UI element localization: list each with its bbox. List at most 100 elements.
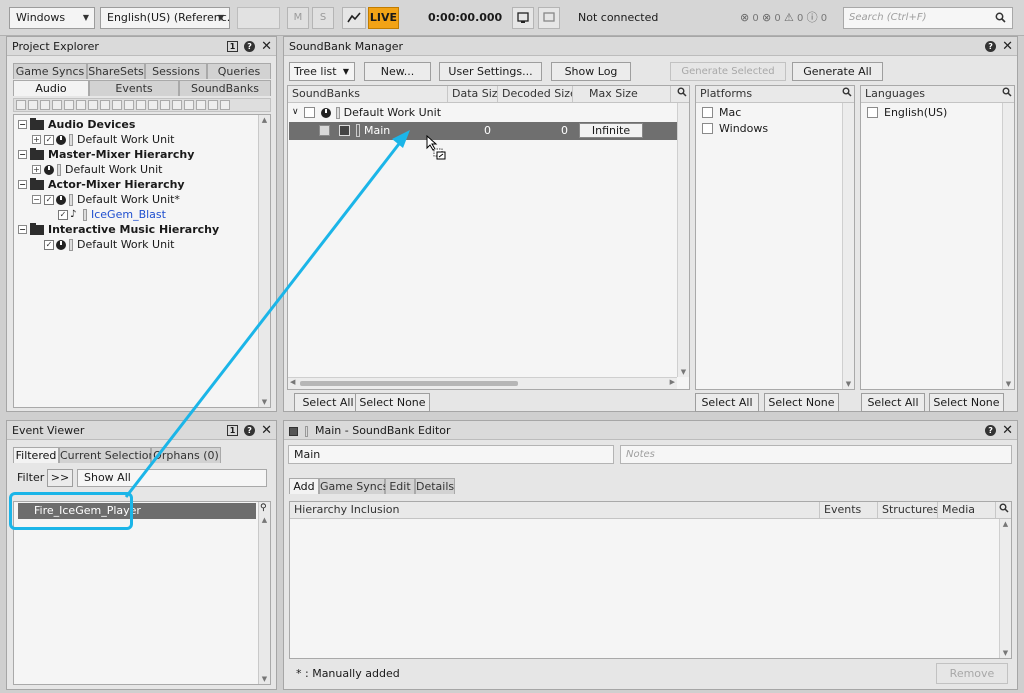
generate-all-button[interactable]: Generate All <box>792 62 883 81</box>
scroll-down-icon[interactable]: ▼ <box>1000 649 1011 657</box>
collapse-icon[interactable]: − <box>18 150 27 159</box>
event-list-scrollbar[interactable]: ⚲ ▲ ▼ <box>258 502 270 684</box>
collapse-icon[interactable]: − <box>18 225 27 234</box>
platform-mac[interactable]: Mac <box>702 105 741 120</box>
user-settings-button[interactable]: User Settings... <box>439 62 542 81</box>
language-dropdown[interactable]: English(US) (Referenc... ▼ <box>100 7 230 29</box>
filter-expand-button[interactable]: >> <box>47 469 73 487</box>
work-unit-icon[interactable] <box>40 100 50 110</box>
scroll-down-icon[interactable]: ▼ <box>678 368 689 376</box>
platforms-select-none-button[interactable]: Select None <box>764 393 839 412</box>
search-icon[interactable]: ⚲ <box>260 503 267 513</box>
languages-vscroll[interactable]: ▼ <box>1002 103 1014 389</box>
bus-icon[interactable] <box>136 100 146 110</box>
select-all-button[interactable]: Select All <box>294 393 362 412</box>
tree-item-default-work-unit[interactable]: − ✓ Default Work Unit* <box>32 192 180 207</box>
tab-sessions[interactable]: Sessions <box>145 63 207 79</box>
help-icon[interactable]: ? <box>985 41 997 52</box>
remove-button[interactable]: Remove <box>936 663 1008 684</box>
languages-select-all-button[interactable]: Select All <box>861 393 925 412</box>
log-stats[interactable]: ⊗ 0 ⊗ 0 ⚠ 0 ⓘ 0 <box>740 7 840 29</box>
more-icon[interactable] <box>220 100 230 110</box>
device-icon[interactable] <box>208 100 218 110</box>
aux-icon[interactable] <box>148 100 158 110</box>
col-media[interactable]: Media <box>938 502 996 518</box>
container-icon[interactable] <box>64 100 74 110</box>
platform-windows[interactable]: Windows <box>702 121 768 136</box>
sound-icon[interactable] <box>52 100 62 110</box>
help-icon[interactable]: ? <box>244 425 256 436</box>
tree-item-master-mixer[interactable]: − Master-Mixer Hierarchy <box>18 147 194 162</box>
col-decoded-size[interactable]: Decoded Size <box>498 86 573 102</box>
scroll-down-icon[interactable]: ▼ <box>843 380 854 388</box>
hscroll-thumb[interactable] <box>300 381 518 386</box>
checkbox-icon[interactable]: ✓ <box>44 239 54 250</box>
scroll-up-icon[interactable]: ▲ <box>259 116 270 124</box>
col-events[interactable]: Events <box>820 502 878 518</box>
platforms-select-all-button[interactable]: Select All <box>695 393 759 412</box>
checkbox[interactable] <box>702 123 713 134</box>
filter-icon[interactable] <box>16 100 26 110</box>
platform-dropdown[interactable]: Windows ▼ <box>9 7 95 29</box>
disconnect-icon[interactable] <box>538 7 560 29</box>
music-icon[interactable] <box>160 100 170 110</box>
collapse-icon[interactable]: − <box>18 120 27 129</box>
collapse-icon[interactable]: − <box>18 180 27 189</box>
tab-game-syncs[interactable]: Game Syncs <box>13 63 87 79</box>
tree-item-default-work-unit[interactable]: ∨ Default Work Unit <box>292 105 441 120</box>
col-data-size[interactable]: Data Size <box>448 86 498 102</box>
search-icon[interactable] <box>999 503 1009 516</box>
tree-item-audio-devices[interactable]: − Audio Devices <box>18 117 135 132</box>
scroll-down-icon[interactable]: ▼ <box>259 398 270 406</box>
tab-add[interactable]: Add <box>289 478 319 494</box>
new-soundbank-button[interactable]: New... <box>364 62 431 81</box>
close-icon[interactable]: ✕ <box>261 424 272 437</box>
checkbox[interactable] <box>867 107 878 118</box>
close-icon[interactable]: ✕ <box>261 40 272 53</box>
help-icon[interactable]: ? <box>244 41 256 52</box>
scroll-left-icon[interactable]: ◀ <box>290 378 295 386</box>
view-mode-dropdown[interactable]: Tree list ▼ <box>289 62 355 81</box>
checkbox-icon[interactable]: ✓ <box>44 134 54 145</box>
tab-game-syncs[interactable]: Game Syncs <box>319 478 389 494</box>
close-icon[interactable]: ✕ <box>1002 424 1013 437</box>
expand-icon[interactable]: + <box>32 135 41 144</box>
scroll-up-icon[interactable]: ▲ <box>1000 520 1011 528</box>
tree-item-icegem-blast[interactable]: ✓ ♪ IceGem_Blast <box>58 207 166 222</box>
tree-scrollbar[interactable]: ▲ ▼ <box>258 115 270 407</box>
help-icon[interactable]: ? <box>985 425 997 436</box>
collapse-icon[interactable]: ∨ <box>292 105 299 120</box>
col-soundbanks[interactable]: SoundBanks <box>288 86 448 102</box>
soundbank-name-field[interactable]: Main <box>288 445 614 464</box>
scroll-right-icon[interactable]: ▶ <box>670 378 675 386</box>
scroll-up-icon[interactable]: ▲ <box>259 516 270 524</box>
col-max-size[interactable]: Max Size <box>573 86 671 102</box>
actor-mixer-icon[interactable] <box>124 100 134 110</box>
checkbox-icon[interactable]: ✓ <box>58 209 68 220</box>
col-platforms[interactable]: Platforms <box>696 86 836 102</box>
tree-item-default-work-unit[interactable]: + ✓ Default Work Unit <box>32 132 174 147</box>
tab-queries[interactable]: Queries <box>207 63 271 79</box>
mute-button[interactable]: M <box>287 7 309 29</box>
solo-button[interactable]: S <box>312 7 334 29</box>
tab-details[interactable]: Details <box>415 478 455 494</box>
pin-icon[interactable]: 1 <box>227 425 239 436</box>
tab-edit[interactable]: Edit <box>385 478 415 494</box>
platforms-vscroll[interactable]: ▼ <box>842 103 854 389</box>
checkbox[interactable] <box>702 107 713 118</box>
inclusion-vscroll[interactable]: ▲ ▼ <box>999 519 1011 658</box>
tab-current-selection[interactable]: Current Selection <box>59 447 156 463</box>
soundbank-vscroll[interactable]: ▼ <box>677 103 689 377</box>
generate-selected-button[interactable]: Generate Selected <box>670 62 786 81</box>
switch-icon[interactable] <box>100 100 110 110</box>
blend-icon[interactable] <box>112 100 122 110</box>
search-input[interactable]: Search (Ctrl+F) <box>843 7 1013 29</box>
live-button[interactable]: LIVE <box>368 7 399 29</box>
search-icon[interactable] <box>842 87 852 100</box>
filter-input[interactable]: Show All <box>77 469 267 487</box>
playlist-icon[interactable] <box>196 100 206 110</box>
pin-icon[interactable]: 1 <box>227 41 239 52</box>
checkbox[interactable] <box>319 125 330 136</box>
tab-audio[interactable]: Audio <box>13 80 89 96</box>
scroll-down-icon[interactable]: ▼ <box>1003 380 1014 388</box>
